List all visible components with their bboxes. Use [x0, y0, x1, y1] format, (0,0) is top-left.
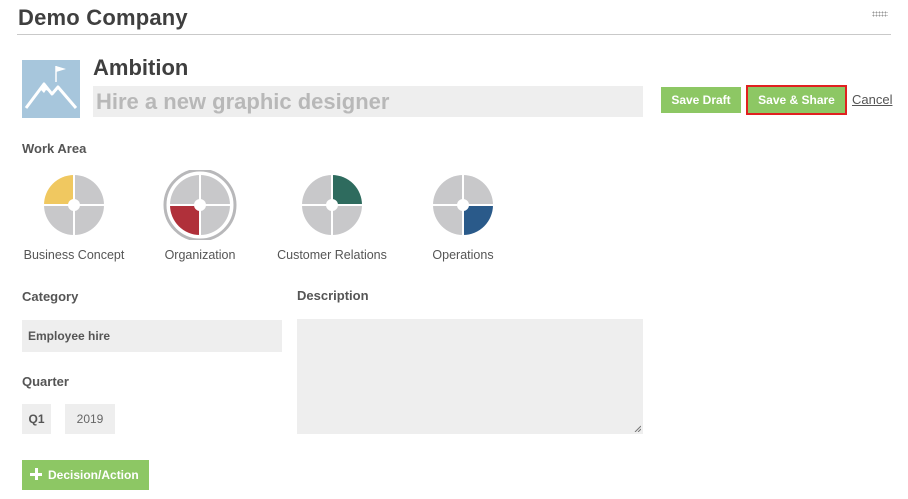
- ambition-label: Ambition: [93, 55, 189, 80]
- work-area-organization[interactable]: Organization: [135, 170, 265, 266]
- mountain-flag-icon: [22, 60, 80, 118]
- work-area-label-operations: Operations: [432, 248, 494, 262]
- category-label: Category: [22, 289, 79, 304]
- business-concept-wheel-icon: [44, 175, 104, 235]
- description-textarea[interactable]: [297, 319, 643, 434]
- save-share-button[interactable]: Save & Share: [746, 85, 847, 115]
- quarter-select[interactable]: Q1: [22, 404, 51, 434]
- work-area-label-organization: Organization: [164, 248, 236, 262]
- plus-icon: [30, 468, 42, 480]
- add-decision-action-button[interactable]: Decision/Action: [22, 460, 149, 490]
- organization-wheel-icon: [163, 170, 237, 240]
- customer-relations-wheel-icon: [302, 175, 362, 235]
- work-area-operations[interactable]: Operations: [398, 170, 528, 266]
- decision-action-label: Decision/Action: [48, 468, 139, 482]
- category-field[interactable]: Employee hire: [22, 320, 282, 352]
- work-area-label-customer-relations: Customer Relations: [277, 248, 387, 262]
- work-area-customer-relations[interactable]: Customer Relations: [267, 170, 397, 266]
- quarter-label: Quarter: [22, 374, 69, 389]
- resize-handle-icon[interactable]: [634, 425, 641, 432]
- year-select[interactable]: 2019: [65, 404, 115, 434]
- grip-dots-icon[interactable]: [872, 11, 888, 17]
- work-area-label: Work Area: [22, 141, 87, 156]
- ambition-input[interactable]: Hire a new graphic designer: [93, 86, 643, 117]
- work-area-business-concept[interactable]: Business Concept: [9, 170, 139, 266]
- header-divider: [17, 34, 891, 35]
- operations-wheel-icon: [433, 175, 493, 235]
- save-draft-button[interactable]: Save Draft: [661, 87, 741, 113]
- company-title: Demo Company: [18, 5, 188, 30]
- cancel-link[interactable]: Cancel: [852, 92, 892, 107]
- work-area-label-business-concept: Business Concept: [23, 248, 125, 262]
- description-label: Description: [297, 288, 369, 303]
